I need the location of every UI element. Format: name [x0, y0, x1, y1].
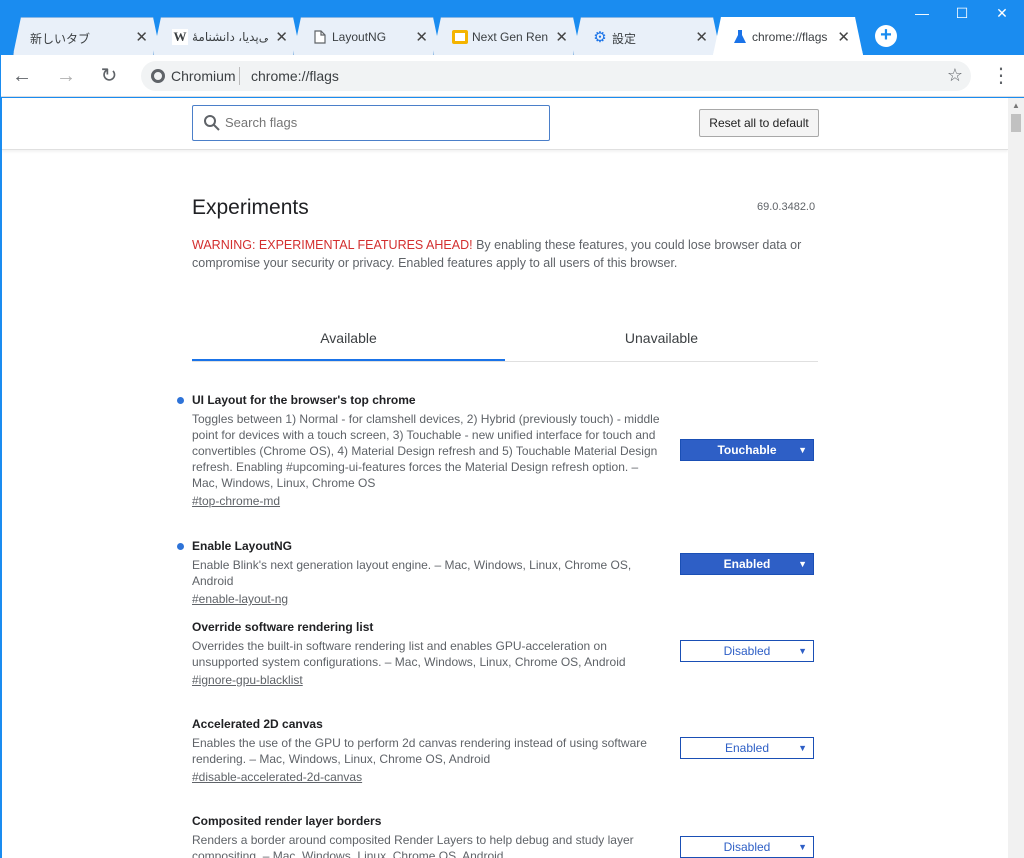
- close-tab-icon[interactable]: ✕: [135, 28, 148, 46]
- tab-available[interactable]: Available: [192, 330, 505, 346]
- tab-settings[interactable]: ⚙ 設定 ✕: [573, 17, 721, 55]
- menu-kebab-icon[interactable]: ⋮: [991, 63, 1011, 88]
- wikipedia-icon: W: [173, 29, 187, 44]
- close-window-button[interactable]: ✕: [979, 5, 1024, 25]
- reset-all-button[interactable]: Reset all to default: [699, 109, 819, 137]
- close-tab-icon[interactable]: ✕: [837, 28, 850, 46]
- omnibox-origin: Chromium: [171, 68, 236, 84]
- experiment-description: Renders a border around composited Rende…: [192, 833, 634, 858]
- select-value: Disabled: [723, 840, 771, 854]
- tab-title: 新しいタブ: [30, 32, 91, 46]
- experiment-accelerated-2d-canvas: Accelerated 2D canvas Enables the use of…: [192, 717, 822, 786]
- omnibox-divider: [239, 67, 240, 85]
- experiment-description: Toggles between 1) Normal - for clamshel…: [192, 412, 660, 490]
- close-tab-icon[interactable]: ✕: [275, 28, 288, 46]
- experiment-select[interactable]: Disabled ▼: [680, 836, 814, 858]
- select-value: Disabled: [723, 644, 771, 658]
- experiment-enable-layout-ng: Enable LayoutNG Enable Blink's next gene…: [177, 539, 822, 608]
- scrollbar-thumb[interactable]: [1011, 114, 1021, 132]
- experiment-description: Enables the use of the GPU to perform 2d…: [192, 736, 647, 766]
- experiment-name: Accelerated 2D canvas: [192, 717, 323, 731]
- close-tab-icon[interactable]: ✕: [415, 28, 428, 46]
- experiment-link[interactable]: #top-chrome-md: [192, 494, 280, 508]
- browser-window: 新しいタブ ✕ W ویکی‌پدیا، دانشنامهٔ ✕ LayoutN…: [0, 0, 1024, 858]
- caret-down-icon: ▼: [798, 646, 807, 656]
- experiment-description: Enable Blink's next generation layout en…: [192, 558, 632, 588]
- tab-chrome-flags[interactable]: chrome://flags ✕: [713, 17, 863, 55]
- scroll-up-icon[interactable]: ▲: [1012, 101, 1020, 110]
- experiment-composited-layer-borders: Composited render layer borders Renders …: [192, 814, 822, 858]
- reload-button[interactable]: ↻: [96, 63, 122, 89]
- experiment-select[interactable]: Enabled ▼: [680, 553, 814, 575]
- version-label: 69.0.3482.0: [757, 201, 816, 213]
- close-tab-icon[interactable]: ✕: [695, 28, 708, 46]
- chromium-icon: [151, 69, 165, 83]
- flags-header: Reset all to default: [2, 98, 1008, 150]
- experiment-select[interactable]: Disabled ▼: [680, 640, 814, 662]
- experiment-name: Composited render layer borders: [192, 814, 382, 828]
- back-button[interactable]: ←: [9, 63, 35, 89]
- search-icon: [204, 115, 220, 131]
- select-value: Enabled: [723, 557, 771, 571]
- search-box[interactable]: [192, 105, 550, 141]
- panel-tabs: Available Unavailable: [192, 320, 818, 362]
- forward-button[interactable]: →: [53, 63, 79, 89]
- caret-down-icon: ▼: [798, 842, 807, 852]
- tab-title: Next Gen Rendering: [472, 30, 548, 44]
- experiment-link[interactable]: #disable-accelerated-2d-canvas: [192, 770, 362, 784]
- caret-down-icon: ▼: [798, 445, 807, 455]
- bookmark-star-icon[interactable]: ☆: [947, 65, 963, 86]
- select-value: Touchable: [717, 443, 777, 457]
- experiment-description: Overrides the built-in software renderin…: [192, 639, 626, 669]
- document-icon: [312, 29, 328, 45]
- search-input[interactable]: [225, 115, 525, 130]
- tab-title: chrome://flags: [752, 30, 828, 44]
- tab-layoutng[interactable]: LayoutNG ✕: [293, 17, 441, 55]
- experiment-ignore-gpu-blacklist: Override software rendering list Overrid…: [192, 620, 822, 689]
- experiment-link[interactable]: #ignore-gpu-blacklist: [192, 673, 303, 687]
- experiment-select[interactable]: Enabled ▼: [680, 737, 814, 759]
- tab-title: LayoutNG: [332, 30, 387, 44]
- experiment-top-chrome-md: UI Layout for the browser's top chrome T…: [177, 393, 822, 510]
- slides-icon: [452, 29, 468, 45]
- caret-down-icon: ▼: [798, 559, 807, 569]
- address-bar[interactable]: Chromium chrome://flags ☆: [141, 61, 971, 91]
- page-content: Reset all to default Experiments 69.0.34…: [2, 98, 1008, 858]
- vertical-scrollbar[interactable]: ▲: [1008, 98, 1024, 858]
- new-tab-button[interactable]: +: [875, 25, 897, 47]
- toolbar: ← → ↻ Chromium chrome://flags ☆: [1, 55, 1024, 97]
- experiment-name: UI Layout for the browser's top chrome: [192, 393, 416, 407]
- experiment-select[interactable]: Touchable ▼: [680, 439, 814, 461]
- warning-headline: WARNING: EXPERIMENTAL FEATURES AHEAD!: [192, 238, 473, 252]
- tab-next-gen-rendering[interactable]: Next Gen Rendering ✕: [433, 17, 581, 55]
- tab-unavailable[interactable]: Unavailable: [505, 330, 818, 346]
- modified-indicator: [177, 543, 184, 550]
- warning-message: WARNING: EXPERIMENTAL FEATURES AHEAD! By…: [192, 236, 812, 272]
- close-tab-icon[interactable]: ✕: [555, 28, 568, 46]
- caret-down-icon: ▼: [798, 743, 807, 753]
- flask-icon: [732, 29, 748, 45]
- tab-new-tab[interactable]: 新しいタブ ✕: [13, 17, 161, 55]
- page-title: Experiments: [192, 196, 309, 219]
- tab-wikipedia[interactable]: W ویکی‌پدیا، دانشنامهٔ ✕: [153, 17, 301, 55]
- tab-title: ویکی‌پدیا، دانشنامهٔ: [192, 30, 268, 44]
- select-value: Enabled: [724, 741, 770, 755]
- modified-indicator: [177, 397, 184, 404]
- omnibox-url[interactable]: chrome://flags: [251, 68, 339, 84]
- tab-strip: 新しいタブ ✕ W ویکی‌پدیا، دانشنامهٔ ✕ LayoutN…: [1, 1, 1024, 55]
- gear-icon: ⚙: [593, 29, 607, 46]
- experiment-name: Enable LayoutNG: [192, 539, 293, 553]
- experiment-name: Override software rendering list: [192, 620, 374, 634]
- experiment-link[interactable]: #enable-layout-ng: [192, 592, 288, 606]
- active-tab-indicator: [192, 359, 505, 361]
- tab-title: 設定: [612, 32, 637, 46]
